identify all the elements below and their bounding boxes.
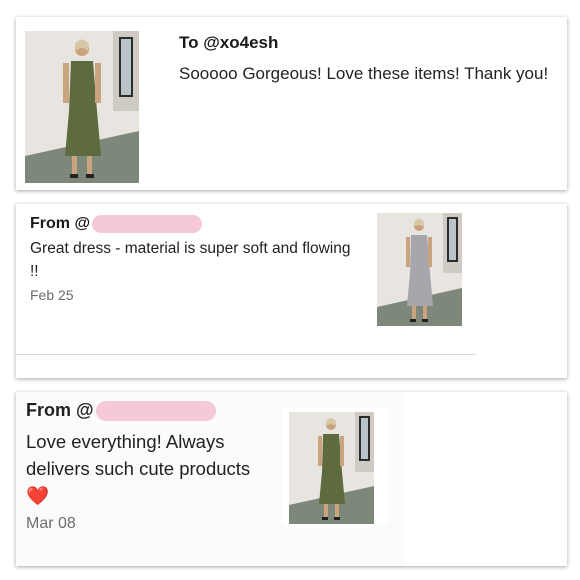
redacted-username bbox=[95, 401, 216, 422]
review-card-1: To @xo4esh Sooooo Gorgeous! Love these i… bbox=[16, 17, 567, 190]
review-date: Mar 08 bbox=[26, 515, 76, 532]
redacted-username bbox=[91, 215, 202, 233]
review-content: From @ Love everything! Always delivers … bbox=[16, 392, 404, 566]
product-photo[interactable] bbox=[289, 412, 374, 524]
review-message: Love everything! Always delivers such cu… bbox=[26, 428, 266, 509]
model-olive-dress-photo bbox=[289, 412, 374, 524]
photo-frame bbox=[282, 407, 388, 525]
review-message: Sooooo Gorgeous! Love these items! Thank… bbox=[179, 64, 549, 83]
divider bbox=[16, 354, 476, 355]
review-message-text: Love everything! Always delivers such cu… bbox=[26, 431, 251, 479]
product-photo[interactable] bbox=[377, 213, 462, 326]
heart-icon: ❤️ bbox=[26, 485, 50, 506]
product-photo[interactable] bbox=[25, 31, 139, 183]
review-heading: From @ bbox=[26, 400, 216, 422]
review-author-prefix: From @ bbox=[26, 400, 94, 420]
review-author-prefix: From @ bbox=[30, 215, 91, 233]
review-date: Feb 25 bbox=[30, 287, 74, 303]
model-olive-dress-photo bbox=[25, 31, 139, 183]
review-card-2: From @ Great dress - material is super s… bbox=[16, 204, 567, 378]
review-heading: From @ bbox=[30, 215, 202, 233]
model-grey-dress-photo bbox=[377, 213, 462, 326]
review-message: Great dress - material is super soft and… bbox=[30, 240, 351, 280]
review-card-3: From @ Love everything! Always delivers … bbox=[16, 392, 567, 566]
review-heading: To @xo4esh bbox=[179, 33, 279, 52]
